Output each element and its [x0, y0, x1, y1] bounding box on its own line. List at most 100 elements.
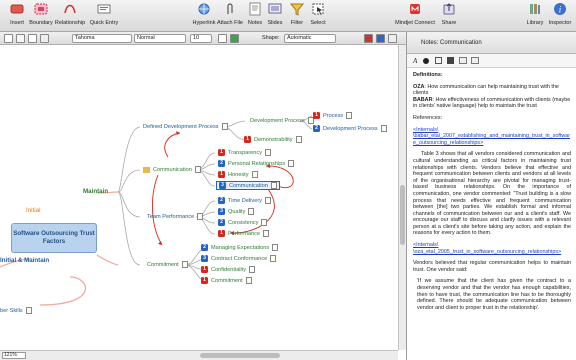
- topic-managing-expectations[interactable]: 2 Managing Expectations: [201, 244, 279, 251]
- oza-definition: OZA: How communication can help maintain…: [413, 83, 571, 110]
- topic-development-process[interactable]: Development Process: [250, 117, 314, 124]
- scroll-thumb[interactable]: [200, 353, 280, 358]
- highlight-icon[interactable]: [447, 57, 454, 64]
- notes-content[interactable]: Definitions: OZA: How communication can …: [413, 72, 571, 316]
- note-icon[interactable]: [194, 166, 201, 173]
- topic-performance[interactable]: 1 Performance: [218, 230, 270, 237]
- note-icon[interactable]: [295, 136, 302, 143]
- quick-entry-icon: [97, 2, 111, 16]
- topic-commitment-2[interactable]: 1 Commitment: [201, 277, 252, 284]
- note-icon[interactable]: [265, 149, 271, 156]
- shape-select[interactable]: Automatic: [284, 34, 336, 43]
- bullet-icon[interactable]: [423, 58, 429, 64]
- style-red-icon[interactable]: [364, 34, 373, 43]
- note-paragraph-1: Table 3 shows that all vendors considere…: [413, 151, 571, 237]
- branch-maintain[interactable]: Maintain: [83, 188, 108, 195]
- scroll-thumb[interactable]: [400, 185, 405, 245]
- inspector-button[interactable]: i Inspector: [543, 2, 576, 30]
- map-canvas[interactable]: Defined Development Process Development …: [0, 45, 398, 350]
- note-icon[interactable]: [346, 112, 353, 119]
- topic-consistency[interactable]: 2 Consistency: [218, 219, 268, 226]
- list-icon[interactable]: [471, 57, 479, 64]
- italic-icon[interactable]: A: [413, 57, 417, 65]
- note-icon[interactable]: [197, 213, 204, 220]
- topic-development-process-2[interactable]: 2 Development Process: [313, 125, 387, 132]
- color-swatch-icon[interactable]: [435, 57, 442, 64]
- note-icon[interactable]: [270, 255, 277, 262]
- insert-icon: [10, 2, 24, 16]
- priority-badge: 2: [201, 244, 208, 251]
- priority-badge: 3: [218, 208, 225, 215]
- quick-entry-button[interactable]: Quick Entry: [87, 2, 121, 30]
- note-icon[interactable]: [263, 230, 270, 237]
- topic-defined-development-process[interactable]: Defined Development Process: [143, 123, 228, 130]
- note-icon[interactable]: [248, 208, 255, 215]
- note-icon[interactable]: [249, 266, 256, 273]
- info-icon: i: [553, 2, 567, 16]
- note-icon[interactable]: [380, 125, 387, 132]
- style-blue-icon[interactable]: [376, 34, 385, 43]
- relationship-button[interactable]: Relationship: [53, 2, 87, 30]
- note-paragraph-2: Vendors believed that regular communicat…: [413, 260, 571, 273]
- priority-badge: 1: [201, 266, 208, 273]
- topic-communication-group[interactable]: Communication: [143, 166, 201, 173]
- line-color-icon[interactable]: [16, 34, 25, 43]
- note-icon[interactable]: [181, 261, 188, 268]
- branch-initial[interactable]: Initial: [26, 207, 40, 214]
- note-icon[interactable]: [264, 197, 271, 204]
- branch-initial-maintain[interactable]: Initial & Maintain: [0, 257, 49, 264]
- topic-commitment[interactable]: Commitment: [147, 261, 188, 268]
- note-icon[interactable]: [288, 160, 295, 167]
- select-button[interactable]: Select: [301, 2, 335, 30]
- topic-transparency[interactable]: 1 Transparency: [218, 149, 271, 156]
- font-color-icon[interactable]: [218, 34, 227, 43]
- pen-icon[interactable]: [40, 34, 49, 43]
- topic-process[interactable]: 1 Process: [313, 112, 353, 119]
- reference-link-2[interactable]: <Internals\ \oza_etal_2005_trust_in_softw…: [413, 242, 571, 255]
- central-topic[interactable]: Software Outsourcing Trust Factors: [11, 223, 97, 253]
- font-style-select[interactable]: Normal: [134, 34, 186, 43]
- select-icon: [311, 2, 325, 16]
- topic-contract-conformance[interactable]: 3 Contract Conformance: [201, 255, 277, 262]
- topic-honesty[interactable]: 1 Honesty: [218, 171, 258, 178]
- topic-personal-relationships[interactable]: 2 Personal Relationships: [218, 160, 295, 167]
- priority-badge: 1: [313, 112, 320, 119]
- canvas-horizontal-scrollbar[interactable]: 121%: [0, 350, 398, 360]
- priority-badge: 3: [201, 255, 208, 262]
- note-icon[interactable]: [270, 182, 277, 189]
- topic-communication-selected[interactable]: 3 Communication: [216, 181, 280, 190]
- text-color-icon[interactable]: [28, 34, 37, 43]
- note-icon[interactable]: [221, 123, 228, 130]
- align-icon[interactable]: [459, 57, 467, 64]
- note-icon[interactable]: [245, 277, 252, 284]
- hyperlink-icon: [197, 2, 211, 16]
- topic-quality[interactable]: 3 Quality: [218, 208, 255, 215]
- topic-time-delivery[interactable]: 2 Time Delivery: [218, 197, 271, 204]
- reference-link-1[interactable]: <Internals\ \babar_etal_2007_establishing…: [413, 127, 571, 147]
- boundary-icon: [34, 2, 48, 16]
- share-button[interactable]: Share: [432, 2, 466, 30]
- shape-label: Shape:: [262, 35, 280, 41]
- fill-color-icon[interactable]: [4, 34, 13, 43]
- share-icon: [442, 2, 456, 16]
- topic-demonstrability[interactable]: 1 Demonstrability: [244, 136, 302, 143]
- style-gray-icon[interactable]: [388, 34, 397, 43]
- highlight-color-icon[interactable]: [230, 34, 239, 43]
- definitions-heading: Definitions:: [413, 72, 443, 78]
- canvas-vertical-scrollbar[interactable]: [398, 45, 406, 350]
- note-icon[interactable]: [261, 219, 268, 226]
- note-icon[interactable]: [25, 307, 32, 314]
- priority-badge: 1: [218, 230, 225, 237]
- topic-team-performance[interactable]: Team Performance: [147, 213, 204, 220]
- font-size-select[interactable]: 10: [190, 34, 212, 43]
- note-icon[interactable]: [272, 244, 279, 251]
- note-icon[interactable]: [251, 171, 258, 178]
- notes-format-toolbar: A: [407, 54, 576, 68]
- topic-confidentiality[interactable]: 1 Confidentiality: [201, 266, 256, 273]
- zoom-field[interactable]: 121%: [2, 352, 26, 359]
- topic-partial-skills[interactable]: ber Skills: [0, 307, 32, 314]
- priority-badge: 2: [218, 160, 225, 167]
- font-family-select[interactable]: Tahoma: [72, 34, 132, 43]
- main-toolbar: Insert Boundary Relationship Quick Entry…: [0, 0, 576, 32]
- priority-badge: 1: [218, 171, 225, 178]
